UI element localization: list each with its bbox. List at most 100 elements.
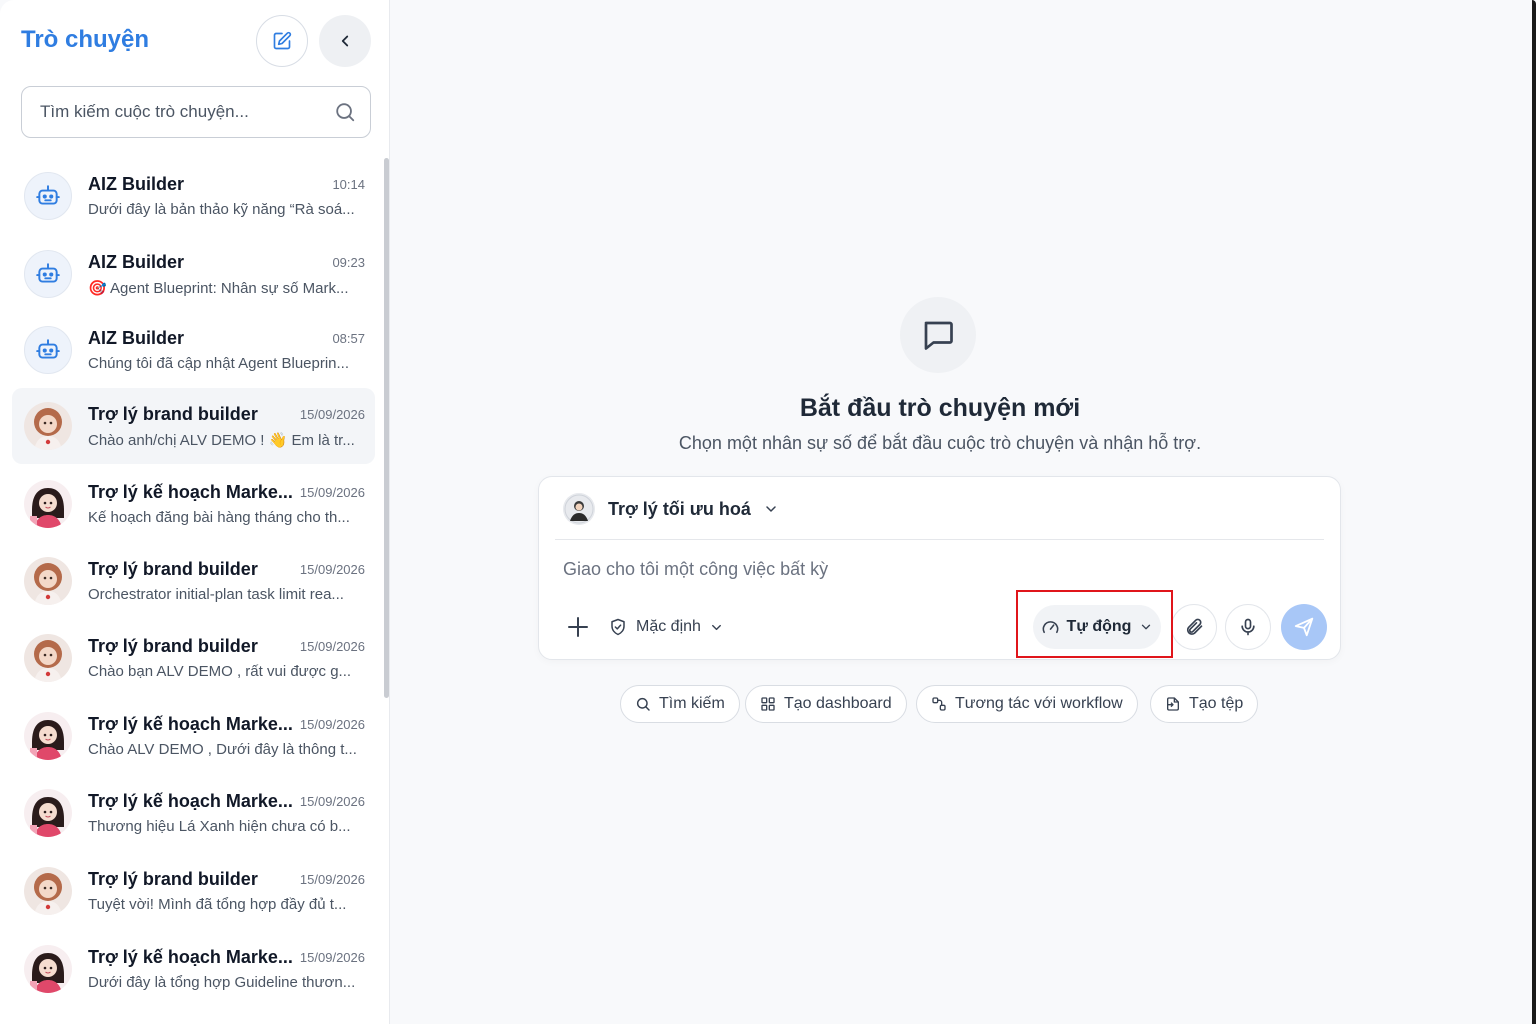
conversation-time: 15/09/2026 [299,872,365,887]
conversation-time: 15/09/2026 [299,950,365,965]
conversation-preview: Orchestrator initial-plan task limit rea… [88,586,344,603]
chip-label: Tạo dashboard [784,695,892,712]
conversation-preview: Chào ALV DEMO , Dưới đây là thông t... [88,741,357,758]
avatar [24,789,72,837]
conversation-preview: Tuyệt vời! Mình đã tổng hợp đầy đủ t... [88,896,347,913]
conversation-time: 09:23 [332,255,365,270]
bot-icon [24,326,72,374]
chevron-down-icon [766,506,776,512]
search-input[interactable] [40,102,334,122]
add-button[interactable] [565,614,591,640]
conversation-name: Trợ lý brand builder [88,636,258,656]
search-box[interactable] [21,86,371,138]
conversation-item[interactable]: Trợ lý brand builder 15/09/2026 Chào anh/c… [12,388,375,464]
chip-create-file[interactable]: Tạo tệp [1150,685,1259,723]
workflow-icon [932,697,946,711]
conversation-time: 15/09/2026 [299,485,365,500]
chip-label: Tương tác với workflow [955,695,1123,712]
conversation-time: 10:14 [332,177,365,192]
conversation-name: Trợ lý brand builder [88,869,258,889]
plus-icon [568,617,588,637]
conversation-item[interactable]: Trợ lý kế hoạch Marke... 15/09/2026 Kế hoạ… [12,466,375,542]
conversation-name: Trợ lý kế hoạch Marke... [88,791,293,811]
avatar [24,634,72,682]
conversation-name: Trợ lý brand builder [88,404,258,424]
conversation-item[interactable]: Trợ lý brand builder 15/09/2026 Orchestrat… [12,543,375,619]
conversation-preview: Thương hiệu Lá Xanh hiện chưa có b... [88,818,351,835]
microphone-button[interactable] [1225,604,1271,650]
chip-label: Tìm kiếm [659,695,725,712]
chip-search[interactable]: Tìm kiếm [620,685,740,723]
conversation-preview: Chào anh/chị ALV DEMO ! 👋 Em là tr... [88,432,355,449]
conversation-time: 15/09/2026 [299,717,365,732]
chip-workflow[interactable]: Tương tác với workflow [916,685,1138,723]
chip-label: Tạo tệp [1189,695,1244,712]
paperclip-icon [1186,618,1203,635]
conversation-preview: Kế hoạch đăng bài hàng tháng cho th... [88,509,350,526]
chevron-down-icon [711,624,721,630]
page-subtitle: Chọn một nhân sự số để bắt đầu cuộc trò … [678,433,1202,453]
mode-selector[interactable]: Mặc định [609,613,724,641]
search-icon [636,697,650,711]
conversation-time: 15/09/2026 [299,794,365,809]
conversation-item[interactable]: AIZ Builder 08:57 Chúng tôi đã cập nhật Ag… [12,312,375,388]
conversation-item[interactable]: Trợ lý brand builder 15/09/2026 Chào bạn A… [12,620,375,696]
message-composer: Trợ lý tối ưu hoá Mặc định Tự động [538,476,1341,660]
chat-bubble-icon [900,297,976,373]
attach-button[interactable] [1171,604,1217,650]
conversation-preview: 🎯 Agent Blueprint: Nhân sự số Mark... [88,280,349,297]
bot-icon [24,250,72,298]
conversation-time: 08:57 [332,331,365,346]
avatar [24,402,72,450]
conversation-name: Trợ lý kế hoạch Marke... [88,947,293,967]
avatar [24,480,72,528]
avatar [24,945,72,993]
search-icon [336,103,355,122]
conversation-sidebar: Trò chuyện AIZ Builder 10:14 Dưới đây là b… [0,0,390,1024]
conversation-item[interactable]: Trợ lý kế hoạch Marke... 15/09/2026 Thương… [12,775,375,851]
agent-avatar [563,493,595,525]
avatar [24,557,72,605]
edit-icon [273,31,292,50]
conversation-item[interactable]: AIZ Builder 09:23 🎯 Agent Blueprint: Nhân … [12,236,375,312]
file-icon [1167,697,1179,711]
conversation-item[interactable]: Trợ lý kế hoạch Marke... 15/09/2026 Chào A… [12,698,375,774]
conversation-preview: Chúng tôi đã cập nhật Agent Blueprin... [88,355,350,372]
mode-label: Mặc định [636,618,701,635]
highlight-annotation [1016,590,1173,658]
page-title: Bắt đầu trò chuyện mới [799,394,1081,422]
sidebar-scrollbar[interactable] [384,158,389,698]
window-edge [1532,0,1536,1024]
collapse-sidebar-button[interactable] [319,15,371,67]
avatar [24,712,72,760]
conversation-name: Trợ lý kế hoạch Marke... [88,482,293,502]
conversation-preview: Dưới đây là bản thảo kỹ năng “Rà soá... [88,201,355,218]
sidebar-title: Trò chuyện [21,26,150,53]
conversation-name: Trợ lý brand builder [88,559,258,579]
shield-check-icon [611,618,625,636]
conversation-name: AIZ Builder [88,328,185,348]
grid-icon [761,697,775,711]
conversation-name: AIZ Builder [88,252,185,272]
conversation-time: 15/09/2026 [299,562,365,577]
message-input[interactable] [563,559,1303,580]
send-icon [1294,617,1314,637]
new-chat-button[interactable] [256,15,308,67]
agent-name: Trợ lý tối ưu hoá [608,498,751,519]
conversation-preview: Dưới đây là tổng hợp Guideline thươn... [88,974,356,991]
agent-selector[interactable]: Trợ lý tối ưu hoá [563,492,779,526]
conversation-item[interactable]: Trợ lý kế hoạch Marke... 15/09/2026 Dưới đ… [12,931,375,1007]
conversation-time: 15/09/2026 [299,639,365,654]
conversation-name: Trợ lý kế hoạch Marke... [88,714,293,734]
conversation-name: AIZ Builder [88,174,185,194]
conversation-item[interactable]: AIZ Builder 10:14 Dưới đây là bản thảo kỹ … [12,158,375,234]
chip-create-dashboard[interactable]: Tạo dashboard [745,685,907,723]
send-button[interactable] [1281,604,1327,650]
conversation-time: 15/09/2026 [299,407,365,422]
composer-divider [555,539,1324,540]
conversation-preview: Chào bạn ALV DEMO , rất vui được g... [88,663,352,680]
app-window: Trò chuyện AIZ Builder 10:14 Dưới đây là b… [0,0,1536,1024]
avatar [24,867,72,915]
chevron-left-icon [341,35,349,47]
conversation-item[interactable]: Trợ lý brand builder 15/09/2026 Tuyệt vời!… [12,853,375,929]
